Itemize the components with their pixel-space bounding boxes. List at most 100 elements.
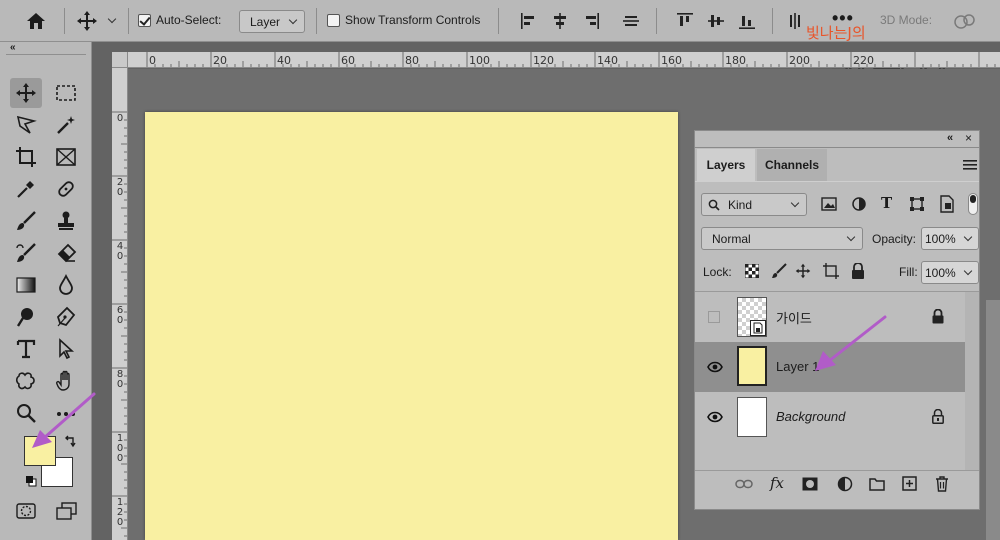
tab-layers-label: Layers — [706, 158, 746, 172]
eyedropper-tool-button[interactable] — [10, 174, 42, 204]
lock-transparency-icon[interactable] — [745, 264, 759, 278]
history-brush-tool-button[interactable] — [10, 238, 42, 268]
fill-value: 100% — [925, 266, 956, 280]
visibility-toggle-empty[interactable] — [708, 311, 720, 323]
tools-panel: « — [0, 42, 96, 540]
new-group-icon[interactable] — [869, 477, 885, 491]
align-top-icon[interactable] — [676, 12, 694, 30]
fill-field[interactable]: 100% — [921, 261, 979, 284]
history-brush-icon — [16, 243, 36, 262]
distribute-horizontal-icon[interactable] — [622, 12, 640, 30]
search-icon — [708, 199, 720, 211]
tab-layers[interactable]: Layers — [697, 149, 755, 181]
distribute-vertical-icon[interactable] — [786, 12, 804, 30]
svg-text:빛나는J의: 빛나는J의 — [806, 24, 866, 42]
h-ruler-label: 40 — [277, 54, 291, 67]
layer-thumbnail[interactable] — [737, 297, 767, 337]
chevron-down-icon — [790, 198, 800, 208]
move-icon — [16, 83, 36, 103]
h-ruler-label: 220 — [853, 54, 874, 67]
layer-thumbnail[interactable] — [737, 397, 767, 437]
lock-pixels-brush-icon[interactable] — [771, 263, 787, 279]
quick-mask-icon[interactable] — [16, 502, 36, 520]
eraser-tool-button[interactable] — [50, 238, 82, 268]
vertical-ruler[interactable]: 0 2 0 4 0 6 0 8 0 1 0 0 1 2 0 — [112, 68, 128, 540]
healing-brush-tool-button[interactable] — [50, 174, 82, 204]
lock-artboard-icon[interactable] — [823, 263, 839, 279]
align-right-icon[interactable] — [582, 12, 600, 30]
filter-kind-dropdown[interactable]: Kind — [701, 193, 807, 216]
delete-layer-icon[interactable] — [935, 476, 949, 492]
horizontal-ruler[interactable]: 0 20 40 60 80 100 120 140 160 180 200 22… — [128, 52, 1000, 68]
gradient-tool-button[interactable] — [10, 270, 42, 300]
lock-position-icon[interactable] — [795, 263, 811, 279]
add-mask-icon[interactable] — [802, 477, 818, 491]
smart-object-badge-icon — [750, 320, 766, 336]
dodge-tool-button[interactable] — [10, 302, 42, 332]
h-ruler-label: 60 — [341, 54, 355, 67]
align-bottom-icon[interactable] — [738, 12, 756, 30]
layer-name[interactable]: Background — [776, 409, 845, 424]
adjustment-layer-icon[interactable] — [837, 476, 853, 492]
tab-channels[interactable]: Channels — [757, 149, 827, 181]
filter-toggle[interactable] — [968, 193, 978, 215]
type-filter-icon[interactable]: T — [881, 194, 892, 212]
magic-wand-tool-button[interactable] — [50, 110, 82, 140]
panel-menu-icon[interactable] — [963, 159, 977, 171]
tool-preset-chevron-icon[interactable] — [107, 14, 117, 24]
lasso-tool-button[interactable] — [10, 110, 42, 140]
eye-icon[interactable] — [707, 411, 723, 423]
filter-kind-value: Kind — [728, 198, 753, 212]
pixel-filter-icon[interactable] — [821, 197, 837, 211]
v-ruler-label: 1 2 0 — [116, 497, 124, 528]
auto-select-checkbox[interactable] — [138, 14, 151, 27]
default-colors-icon[interactable] — [24, 474, 38, 488]
eye-icon[interactable] — [707, 361, 723, 373]
rectangle-marquee-icon — [56, 85, 76, 101]
brush-tool-button[interactable] — [10, 206, 42, 236]
document-canvas[interactable] — [145, 112, 678, 540]
auto-select-target-dropdown[interactable]: Layer — [239, 10, 305, 33]
shape-filter-icon[interactable] — [909, 196, 925, 212]
layer-thumbnail[interactable] — [737, 346, 767, 386]
lock-all-icon[interactable] — [851, 263, 865, 279]
smart-object-filter-icon[interactable] — [939, 195, 955, 213]
layers-scrollbar[interactable] — [965, 292, 979, 470]
collapse-panel-icon[interactable]: « — [947, 132, 953, 144]
crop-tool-button[interactable] — [10, 142, 42, 172]
align-horizontal-center-icon[interactable] — [551, 12, 569, 30]
ruler-origin[interactable] — [112, 52, 128, 68]
annotation-arrow — [32, 392, 96, 448]
brush-icon — [17, 211, 36, 230]
move-tool-preset-icon[interactable] — [76, 10, 98, 32]
fx-icon[interactable]: fx — [770, 474, 784, 492]
screen-mode-icon[interactable] — [56, 502, 78, 520]
marquee-tool-button[interactable] — [50, 78, 82, 108]
collapse-panel-icon[interactable]: « — [10, 42, 16, 53]
close-panel-icon[interactable]: × — [965, 131, 972, 145]
type-tool-button[interactable] — [10, 334, 42, 364]
blur-tool-button[interactable] — [50, 270, 82, 300]
adjustment-filter-icon[interactable] — [851, 196, 867, 212]
new-layer-icon[interactable] — [902, 476, 917, 491]
align-vertical-center-icon[interactable] — [707, 12, 725, 30]
frame-tool-button[interactable] — [50, 142, 82, 172]
vertical-ruler-ticks — [112, 111, 127, 537]
v-ruler-label: 6 0 — [116, 305, 124, 326]
pen-tool-button[interactable] — [50, 302, 82, 332]
align-left-icon[interactable] — [520, 12, 538, 30]
blend-mode-dropdown[interactable]: Normal — [701, 227, 863, 250]
pen-icon — [56, 306, 76, 327]
h-ruler-label: 160 — [661, 54, 682, 67]
opacity-field[interactable]: 100% — [921, 227, 979, 250]
canvas-vertical-scrollbar[interactable] — [986, 300, 1000, 540]
link-layers-icon[interactable] — [735, 479, 753, 489]
home-icon[interactable] — [26, 11, 46, 31]
layer-row[interactable]: Background — [695, 392, 965, 442]
path-selection-tool-button[interactable] — [50, 334, 82, 364]
drop-icon — [59, 274, 73, 295]
h-ruler-label: 180 — [725, 54, 746, 67]
show-transform-checkbox[interactable] — [327, 14, 340, 27]
move-tool-button[interactable] — [10, 78, 42, 108]
stamp-tool-button[interactable] — [50, 206, 82, 236]
